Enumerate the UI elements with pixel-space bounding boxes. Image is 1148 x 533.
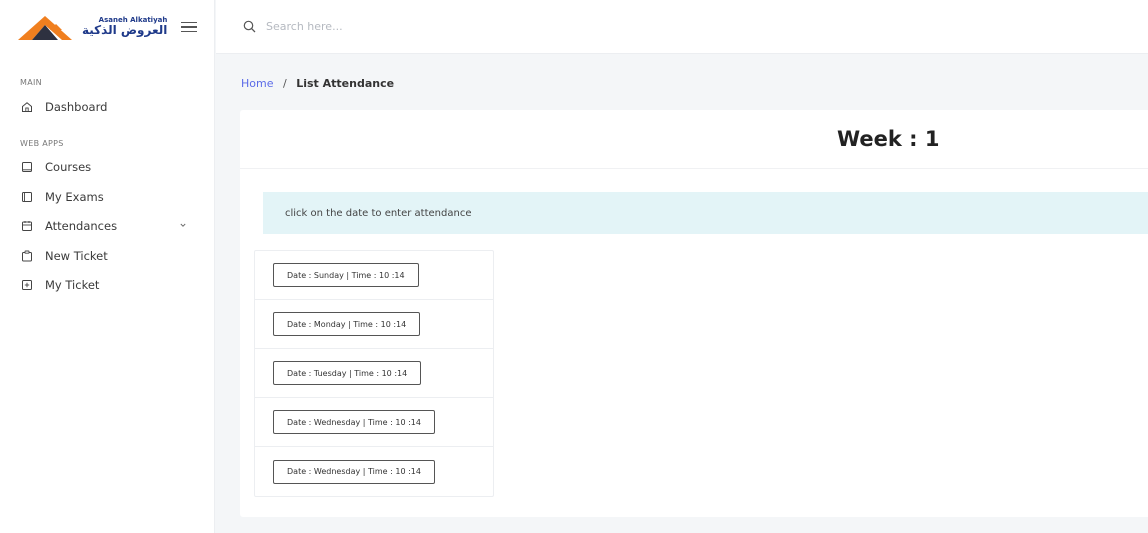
brand-name: Asaneh Alkatiyah العروض الذكية <box>82 16 167 38</box>
search-icon[interactable] <box>243 20 256 33</box>
brand: Asaneh Alkatiyah العروض الذكية <box>0 0 214 54</box>
search-input[interactable] <box>266 20 566 33</box>
list-item: Date : Tuesday | Time : 10 :14 <box>255 349 493 398</box>
date-button[interactable]: Date : Sunday | Time : 10 :14 <box>273 263 419 287</box>
list-item: Date : Monday | Time : 10 :14 <box>255 300 493 349</box>
tablet-icon <box>22 162 32 173</box>
list-item: Date : Wednesday | Time : 10 :14 <box>255 398 493 447</box>
clipboard-icon <box>22 250 32 262</box>
sidebar-item-dashboard[interactable]: Dashboard <box>0 92 214 122</box>
home-icon <box>22 101 32 112</box>
sidebar-item-label: Dashboard <box>45 99 108 114</box>
sidebar-item-label: My Ticket <box>45 278 100 293</box>
breadcrumb: Home / List Attendance <box>241 77 394 90</box>
week-title: Week : 1 <box>837 127 940 151</box>
sidebar-item-attendances[interactable]: Attendances <box>0 212 214 242</box>
calendar-icon <box>22 221 32 232</box>
sidebar-item-my-ticket[interactable]: My Ticket <box>0 271 214 301</box>
date-list: Date : Sunday | Time : 10 :14 Date : Mon… <box>254 250 494 497</box>
sidebar-nav: MAIN Dashboard WEB APPS Courses My Exams <box>0 54 214 300</box>
sidebar-item-label: Courses <box>45 160 92 175</box>
brand-name-ar: العروض الذكية <box>82 23 168 38</box>
date-button[interactable]: Date : Tuesday | Time : 10 :14 <box>273 361 422 385</box>
section-heading-web-apps: WEB APPS <box>20 138 64 148</box>
logo-icon <box>18 16 72 40</box>
date-button[interactable]: Date : Monday | Time : 10 :14 <box>273 312 421 336</box>
breadcrumb-separator: / <box>282 77 287 90</box>
book-icon <box>22 191 32 202</box>
sidebar-item-label: Attendances <box>45 219 118 234</box>
list-item: Date : Sunday | Time : 10 :14 <box>255 251 493 300</box>
sidebar-item-new-ticket[interactable]: New Ticket <box>0 241 214 271</box>
breadcrumb-home-link[interactable]: Home <box>241 77 273 90</box>
date-button[interactable]: Date : Wednesday | Time : 10 :14 <box>273 459 435 484</box>
list-item: Date : Wednesday | Time : 10 :14 <box>255 447 493 496</box>
attendance-card: Week : 1 click on the date to enter atte… <box>240 110 1148 517</box>
plus-square-icon <box>22 280 32 291</box>
menu-toggle-icon[interactable] <box>181 21 198 33</box>
sidebar: Asaneh Alkatiyah العروض الذكية MAIN Dash… <box>0 0 215 533</box>
sidebar-item-my-exams[interactable]: My Exams <box>0 182 214 212</box>
date-button[interactable]: Date : Wednesday | Time : 10 :14 <box>273 410 435 434</box>
chevron-down-icon <box>180 223 186 227</box>
sidebar-item-label: New Ticket <box>45 248 108 263</box>
section-heading-main: MAIN <box>20 78 42 87</box>
sidebar-item-courses[interactable]: Courses <box>0 153 214 183</box>
topbar <box>216 0 1148 54</box>
breadcrumb-current: List Attendance <box>296 77 395 90</box>
sidebar-item-label: My Exams <box>45 189 104 204</box>
card-header <box>240 110 1148 169</box>
info-alert: click on the date to enter attendance <box>263 192 1148 234</box>
